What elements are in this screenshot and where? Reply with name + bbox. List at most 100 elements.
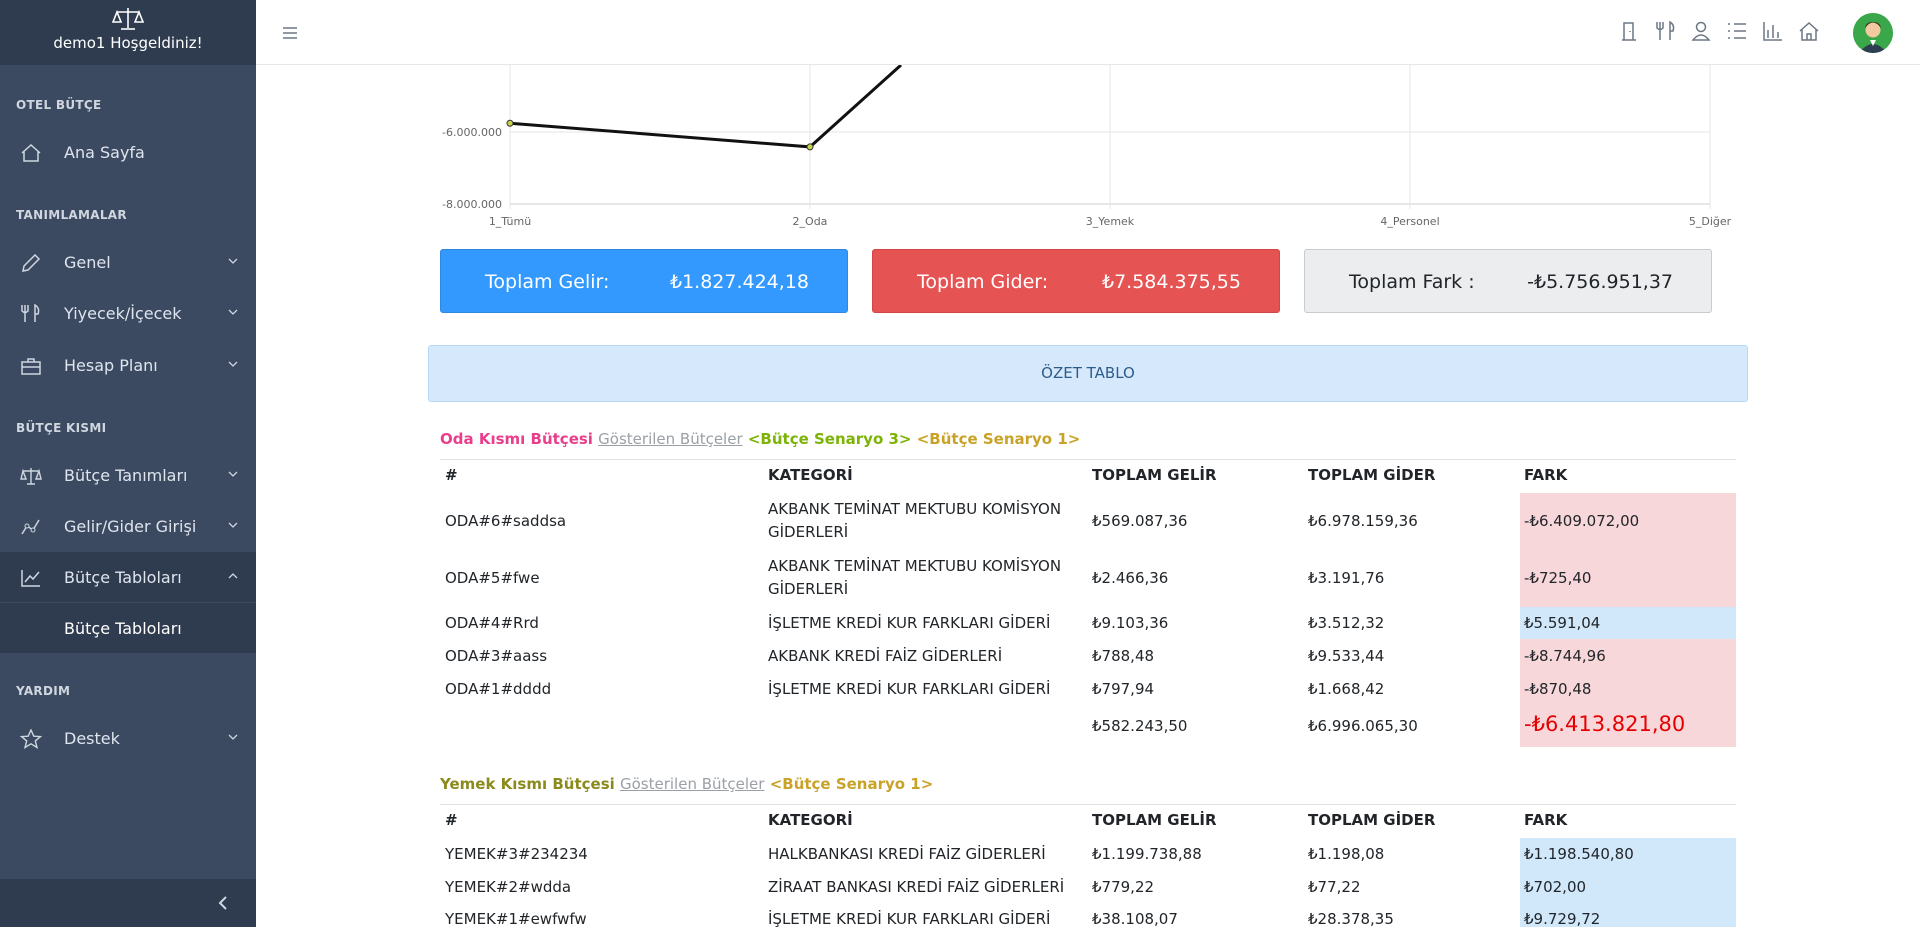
table-cell: ₺2.466,36 [1092, 569, 1169, 587]
section-tanimlamalar: TANIMLAMALAR [16, 208, 127, 222]
collapse-sidebar-icon[interactable] [216, 895, 230, 911]
chevron-down-icon [228, 361, 238, 367]
section-yardim: YARDIM [16, 684, 71, 698]
table-cell: ₺6.978.159,36 [1308, 512, 1418, 530]
table-cell: ₺1.198,08 [1308, 845, 1385, 863]
pencil-icon [22, 253, 41, 272]
table-cell: ₺1.198.540,80 [1524, 845, 1634, 863]
col-header-toplam-gelir: TOPLAM GELİR [1092, 811, 1217, 829]
table-cell: ₺9.103,36 [1092, 614, 1169, 632]
x-tick-label: 1_Tümü [489, 215, 531, 228]
sidebar-item-butce-tanimlari[interactable]: Bütçe Tanımları [0, 450, 256, 500]
sidebar-subitem-label: Bütçe Tabloları [64, 618, 182, 638]
sidebar-subitem-butce-tablolari[interactable]: Bütçe Tabloları [0, 603, 256, 653]
y-tick-label: -6.000.000 [442, 126, 502, 139]
sidebar-item-hesap-plani[interactable]: Hesap Planı [0, 340, 256, 390]
total-income-card: Toplam Gelir: ₺1.827.424,18 [440, 249, 848, 313]
table-cell: ODA#4#Rrd [445, 614, 539, 632]
table-cell: ZİRAAT BANKASI KREDİ FAİZ GİDERLERİ [768, 878, 1065, 896]
col-header-toplam-gider: TOPLAM GİDER [1308, 466, 1436, 484]
chevron-down-icon [228, 734, 238, 740]
table-cell: ₺1.199.738,88 [1092, 845, 1202, 863]
total-gider: ₺6.996.065,30 [1308, 717, 1418, 735]
chevron-down-icon [228, 258, 238, 264]
graph-icon [21, 519, 40, 535]
sidebar-footer [0, 879, 256, 927]
table-cell: ₺797,94 [1092, 680, 1155, 698]
table-cell: -₺6.409.072,00 [1524, 512, 1640, 530]
table-cell: ODA#1#dddd [445, 680, 552, 698]
sidebar-item-butce-tablolari[interactable]: Bütçe Tabloları [0, 552, 256, 602]
avatar[interactable] [1853, 13, 1893, 53]
section-otel-butce: OTEL BÜTÇE [16, 98, 102, 112]
total-expense-label: Toplam Gider: [917, 271, 1049, 293]
sidebar-item-ana-sayfa[interactable]: Ana Sayfa [0, 127, 256, 177]
oda-scenario-3: <Bütçe Senaryo 3> [747, 430, 912, 448]
total-difference-label: Toplam Fark : [1349, 271, 1475, 293]
data-point [506, 119, 514, 127]
table-cell: -₺725,40 [1524, 569, 1592, 587]
sidebar-item-destek[interactable]: Destek [0, 713, 256, 763]
list-icon[interactable] [1726, 20, 1748, 42]
table-cell: ₺788,48 [1092, 647, 1155, 665]
sidebar-item-label: Bütçe Tanımları [64, 465, 188, 485]
table-cell: HALKBANKASI KREDİ FAİZ GİDERLERİ [768, 845, 1046, 863]
table-cell: ₺779,22 [1092, 878, 1155, 896]
utensils-icon [21, 304, 40, 322]
table-cell: ₺1.668,42 [1308, 680, 1385, 698]
welcome-text: demo1 Hoşgeldiniz! [53, 34, 203, 52]
sidebar-item-yiyecek-icecek[interactable]: Yiyecek/İçecek [0, 288, 256, 338]
table-cell: ₺3.191,76 [1308, 569, 1385, 587]
col-header-kategori: KATEGORİ [768, 466, 853, 484]
total-gelir: ₺582.243,50 [1092, 717, 1188, 735]
table-cell: YEMEK#3#234234 [445, 845, 588, 863]
col-header-kategori: KATEGORİ [768, 811, 853, 829]
sidebar-item-label: Bütçe Tabloları [64, 567, 182, 587]
total-income-value: ₺1.827.424,18 [669, 271, 809, 293]
sidebar-item-label: Ana Sayfa [64, 142, 145, 162]
sidebar-header: demo1 Hoşgeldiniz! [0, 0, 256, 65]
data-point [806, 143, 814, 151]
table-cell: AKBANK KREDİ FAİZ GİDERLERİ [768, 647, 1003, 665]
table-cell: ODA#3#aass [445, 647, 548, 665]
door-icon[interactable] [1618, 20, 1640, 42]
shown-budgets-link[interactable]: Gösterilen Bütçeler [620, 775, 764, 793]
oda-table-title: Oda Kısmı Bütçesi Gösterilen Bütçeler <B… [440, 430, 1080, 448]
table-cell: ₺77,22 [1308, 878, 1361, 896]
table-cell: ₺3.512,32 [1308, 614, 1385, 632]
total-fark: -₺6.413.821,80 [1524, 712, 1686, 736]
sidebar-item-label: Hesap Planı [64, 355, 158, 375]
col-header-id: # [445, 811, 458, 829]
y-tick-label: -8.000.000 [442, 198, 502, 211]
table-cell: İŞLETME KREDİ KUR FARKLARI GİDERİ [768, 614, 1051, 632]
bar-chart-icon[interactable] [1762, 20, 1784, 42]
sidebar-item-label: Genel [64, 252, 111, 272]
table-cell: AKBANK TEMİNAT MEKTUBU KOMİSYON [768, 500, 1062, 518]
divider [440, 804, 1736, 805]
sidebar-item-gelir-gider-girisi[interactable]: Gelir/Gider Girişi [0, 501, 256, 551]
x-tick-label: 5_Diğer [1689, 215, 1732, 228]
table-cell: -₺8.744,96 [1524, 647, 1606, 665]
sidebar-item-genel[interactable]: Genel [0, 237, 256, 287]
chevron-down-icon [228, 309, 238, 315]
table-cell: AKBANK TEMİNAT MEKTUBU KOMİSYON [768, 557, 1062, 575]
utensils-icon[interactable] [1654, 20, 1676, 42]
yemek-title: Yemek Kısmı Bütçesi [440, 775, 615, 793]
table-cell: ₺702,00 [1524, 878, 1587, 896]
col-header-toplam-gelir: TOPLAM GELİR [1092, 466, 1217, 484]
table-cell: ODA#6#saddsa [445, 512, 567, 530]
col-header-fark: FARK [1524, 466, 1568, 484]
home-icon [21, 143, 41, 162]
scale-icon [20, 468, 42, 485]
budget-line-chart: -6.000.000 -8.000.000 1_Tümü 2_Oda 3_Yemek 4_… [442, 65, 1732, 228]
total-income-label: Toplam Gelir: [485, 271, 610, 293]
home-icon[interactable] [1798, 20, 1820, 42]
total-expense-card: Toplam Gider: ₺7.584.375,55 [872, 249, 1280, 313]
divider [440, 459, 1736, 460]
total-expense-value: ₺7.584.375,55 [1101, 271, 1241, 293]
hamburger-menu-icon[interactable] [282, 26, 298, 40]
yemek-table-title: Yemek Kısmı Bütçesi Gösterilen Bütçeler … [440, 775, 933, 793]
star-icon [20, 729, 42, 749]
user-icon[interactable] [1690, 20, 1712, 42]
shown-budgets-link[interactable]: Gösterilen Bütçeler [598, 430, 742, 448]
